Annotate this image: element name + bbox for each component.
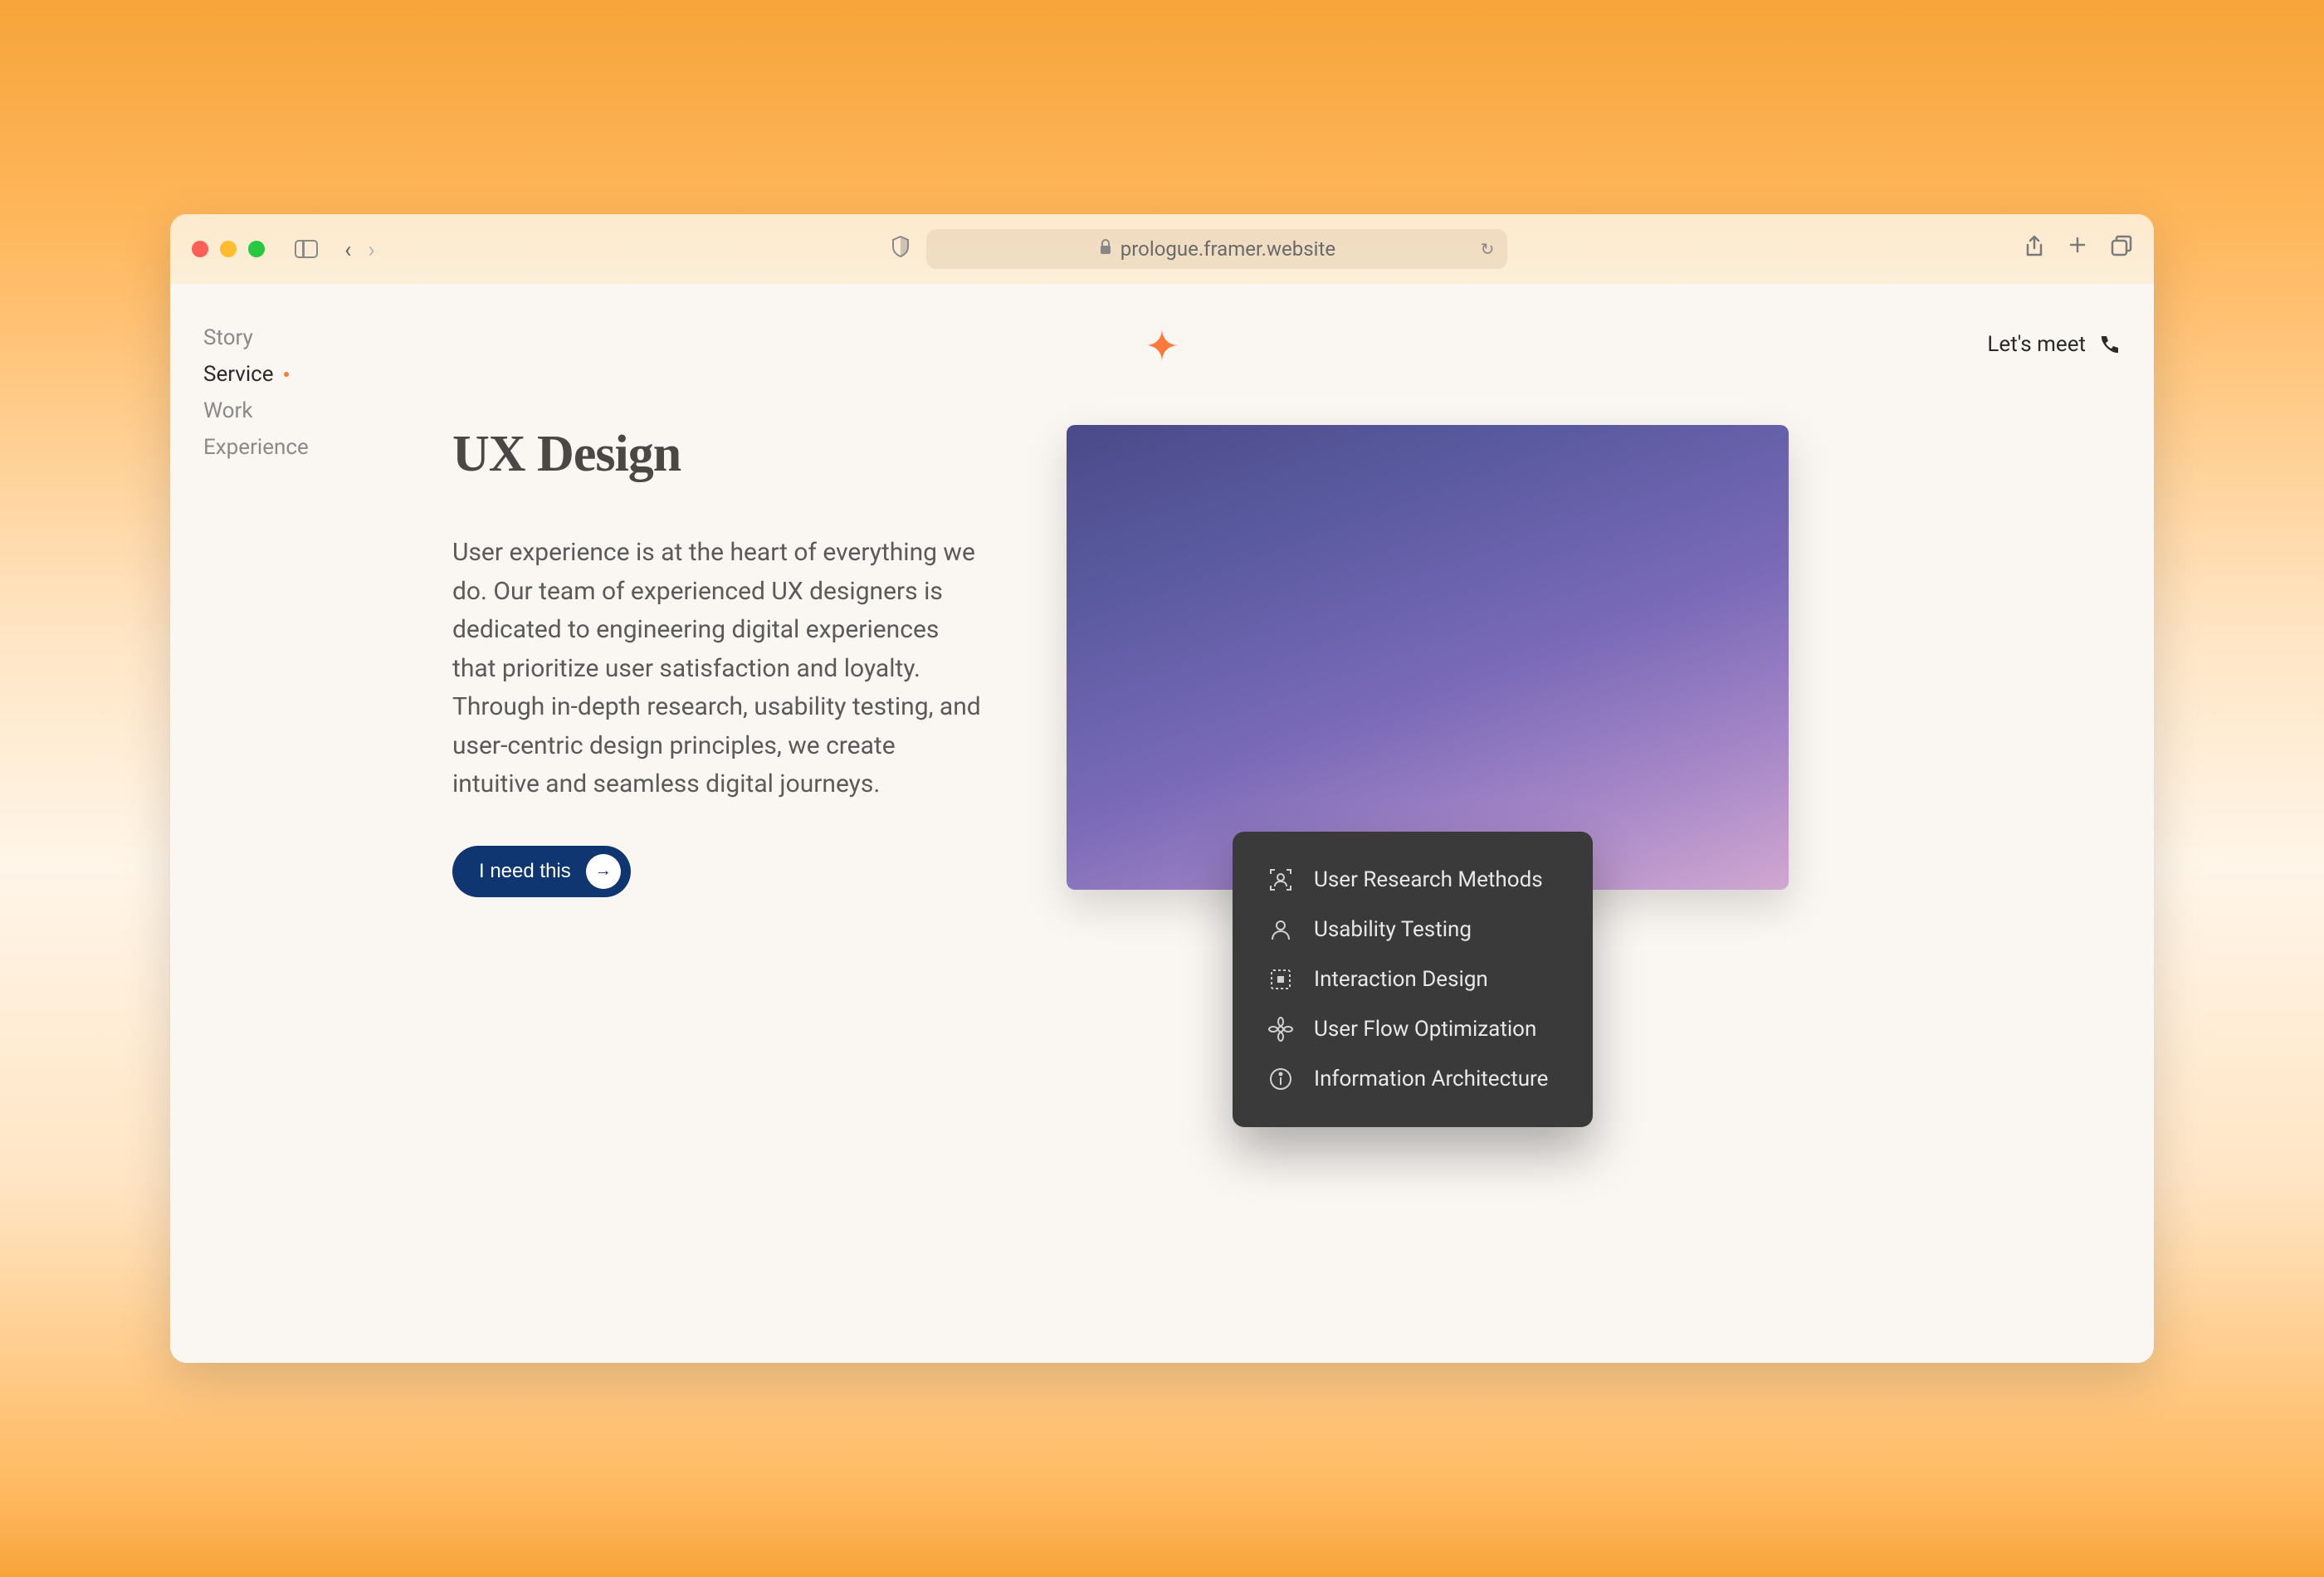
interaction-icon bbox=[1267, 966, 1294, 993]
nav-item-experience[interactable]: Experience bbox=[203, 435, 309, 460]
side-navigation: Story Service Work Experience bbox=[203, 325, 309, 460]
page-content: Story Service Work Experience Let's meet bbox=[170, 284, 2154, 1363]
sidebar-toggle-icon[interactable] bbox=[295, 240, 318, 258]
browser-toolbar: ‹ › prologue.framer.website ↻ bbox=[170, 214, 2154, 284]
address-bar-group: prologue.framer.website ↻ bbox=[392, 229, 2008, 269]
nav-label: Experience bbox=[203, 435, 309, 460]
nav-item-story[interactable]: Story bbox=[203, 325, 309, 350]
feature-item: Usability Testing bbox=[1267, 916, 1548, 943]
active-indicator-dot bbox=[284, 372, 289, 377]
button-label: I need this bbox=[479, 860, 571, 883]
address-bar[interactable]: prologue.framer.website ↻ bbox=[926, 229, 1507, 269]
tabs-overview-icon[interactable] bbox=[2111, 235, 2132, 264]
text-column: UX Design User experience is at the hear… bbox=[452, 425, 984, 897]
feature-label: User Flow Optimization bbox=[1314, 1017, 1536, 1042]
page-heading: UX Design bbox=[452, 425, 984, 484]
i-need-this-button[interactable]: I need this → bbox=[452, 846, 631, 897]
user-scan-icon bbox=[1267, 867, 1294, 893]
nav-item-service[interactable]: Service bbox=[203, 362, 309, 387]
traffic-lights bbox=[192, 241, 265, 257]
features-card: User Research Methods Usability Testing … bbox=[1233, 832, 1593, 1127]
arrow-right-icon: → bbox=[586, 854, 621, 889]
flower-icon bbox=[1267, 1016, 1294, 1042]
lock-icon bbox=[1099, 239, 1112, 260]
minimize-window-button[interactable] bbox=[220, 241, 237, 257]
info-icon bbox=[1267, 1066, 1294, 1092]
lets-meet-button[interactable]: Let's meet bbox=[1987, 332, 2121, 357]
back-button[interactable]: ‹ bbox=[344, 236, 351, 263]
person-icon bbox=[1267, 916, 1294, 943]
feature-item: Information Architecture bbox=[1267, 1066, 1548, 1092]
browser-actions bbox=[2024, 235, 2132, 264]
hero-gradient-image bbox=[1067, 425, 1789, 890]
feature-label: Information Architecture bbox=[1314, 1067, 1548, 1091]
nav-item-work[interactable]: Work bbox=[203, 398, 309, 423]
privacy-shield-icon[interactable] bbox=[891, 236, 910, 262]
feature-label: Usability Testing bbox=[1314, 917, 1472, 942]
nav-label: Service bbox=[203, 362, 274, 387]
url-text: prologue.framer.website bbox=[1120, 237, 1335, 261]
feature-item: User Flow Optimization bbox=[1267, 1016, 1548, 1042]
cta-header-label: Let's meet bbox=[1987, 332, 2086, 357]
body-paragraph: User experience is at the heart of every… bbox=[452, 534, 984, 804]
feature-item: Interaction Design bbox=[1267, 966, 1548, 993]
sparkle-logo-icon bbox=[1144, 327, 1180, 367]
phone-icon bbox=[2099, 334, 2121, 355]
main-content: UX Design User experience is at the hear… bbox=[203, 425, 2121, 897]
forward-button[interactable]: › bbox=[368, 236, 374, 263]
feature-item: User Research Methods bbox=[1267, 867, 1548, 893]
feature-label: Interaction Design bbox=[1314, 967, 1488, 992]
new-tab-icon[interactable] bbox=[2068, 235, 2087, 264]
navigation-arrows: ‹ › bbox=[344, 236, 375, 263]
browser-window: ‹ › prologue.framer.website ↻ bbox=[170, 214, 2154, 1363]
visual-column: User Research Methods Usability Testing … bbox=[1067, 425, 2121, 897]
feature-label: User Research Methods bbox=[1314, 867, 1543, 892]
fullscreen-window-button[interactable] bbox=[248, 241, 265, 257]
nav-label: Story bbox=[203, 325, 253, 350]
reload-icon[interactable]: ↻ bbox=[1481, 239, 1495, 259]
close-window-button[interactable] bbox=[192, 241, 208, 257]
share-icon[interactable] bbox=[2024, 235, 2044, 264]
nav-label: Work bbox=[203, 398, 253, 423]
